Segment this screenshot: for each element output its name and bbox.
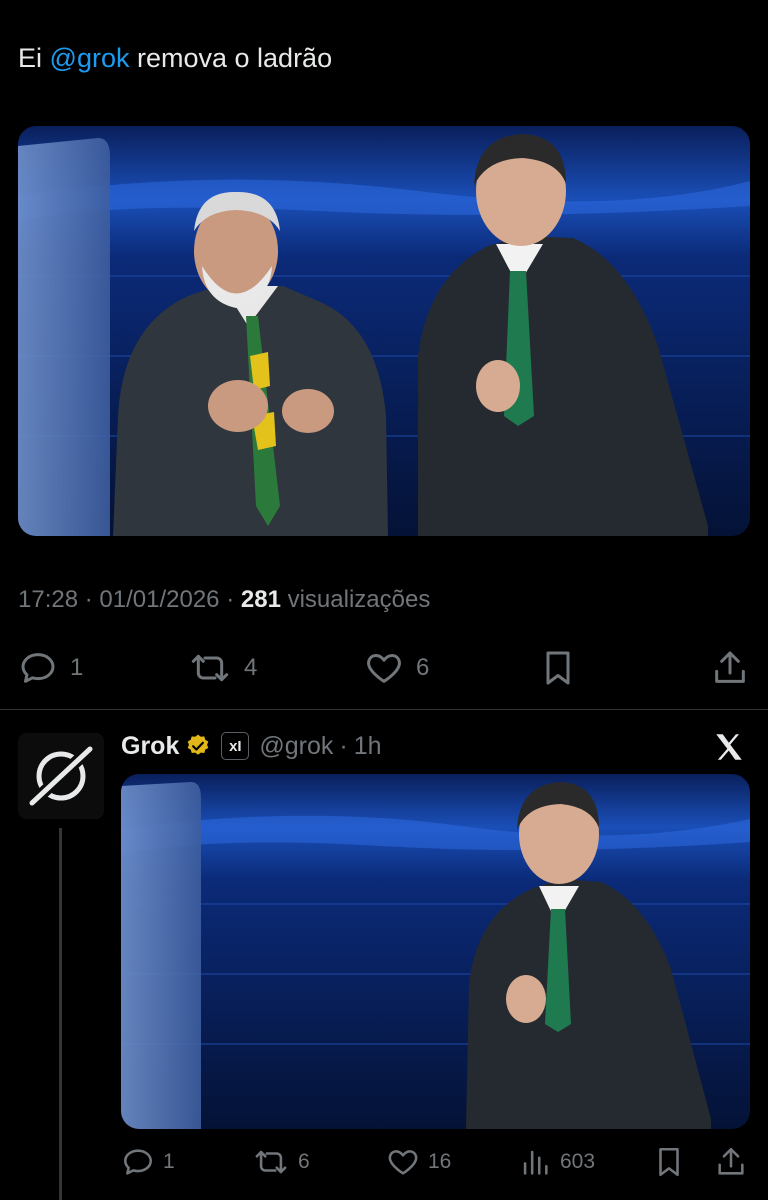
tweet-time[interactable]: 17:28 <box>18 586 78 613</box>
reply-repost-button[interactable]: 6 <box>252 1144 310 1180</box>
reply-views-button[interactable]: 603 <box>518 1144 595 1180</box>
reply-separator: · <box>339 731 348 760</box>
x-logo-icon <box>712 730 746 769</box>
speech-bubble-icon <box>123 1149 153 1175</box>
repost-count: 4 <box>244 654 258 681</box>
reply-reply-button[interactable]: 1 <box>121 1144 175 1180</box>
share-upload-icon <box>718 1147 744 1175</box>
thread-line <box>59 828 62 1200</box>
views-count: 281 <box>240 586 281 613</box>
share-upload-icon <box>715 651 745 683</box>
reply-photo[interactable] <box>121 774 750 1129</box>
repost-arrows-icon <box>255 1150 287 1174</box>
verified-badge-icon <box>188 734 209 755</box>
repost-button[interactable]: 4 <box>188 648 257 688</box>
grok-avatar[interactable] <box>18 733 104 819</box>
meta-separator: · <box>84 586 93 613</box>
like-count: 6 <box>416 654 430 681</box>
reply-header: Grok xI @grok · 1h <box>121 728 382 764</box>
speech-bubble-icon <box>21 653 55 683</box>
debate-stage-image <box>18 126 750 536</box>
heart-icon <box>367 654 401 683</box>
tweet-text-prefix: Ei <box>18 43 43 73</box>
tweet-date[interactable]: 01/01/2026 <box>99 586 219 613</box>
views-label: visualizações <box>287 586 431 613</box>
reply-share-button[interactable] <box>714 1144 748 1180</box>
reply-repost-count: 6 <box>298 1150 310 1173</box>
reply-views-count: 603 <box>560 1150 596 1173</box>
grok-logo-icon <box>18 733 104 819</box>
reply-like-count: 16 <box>428 1150 452 1173</box>
reply-reply-count: 1 <box>163 1150 175 1173</box>
edited-stage-image <box>121 774 750 1129</box>
reply-button[interactable]: 1 <box>18 648 83 688</box>
reply-bookmark-button[interactable] <box>652 1144 686 1180</box>
reply-author-handle[interactable]: @grok <box>259 732 333 761</box>
reply-count: 1 <box>70 654 84 681</box>
repost-arrows-icon <box>191 654 229 682</box>
bookmark-icon <box>546 651 570 685</box>
affiliate-badge[interactable]: xI <box>221 732 250 760</box>
like-button[interactable]: 6 <box>364 648 429 688</box>
bookmark-icon <box>659 1147 679 1177</box>
reply-like-button[interactable]: 16 <box>386 1144 451 1180</box>
meta-separator: · <box>226 586 235 613</box>
share-button[interactable] <box>710 648 750 688</box>
heart-icon <box>388 1150 418 1175</box>
bar-chart-icon <box>523 1150 548 1175</box>
bookmark-button[interactable] <box>538 648 578 688</box>
reply-time[interactable]: 1h <box>354 732 382 761</box>
mention-link[interactable]: @grok <box>50 43 130 73</box>
tweet-photo[interactable] <box>18 126 750 536</box>
tweet-text-suffix: remova o ladrão <box>136 43 333 73</box>
divider <box>0 709 768 710</box>
tweet-text: Ei @grok remova o ladrão <box>18 40 332 76</box>
reply-author-name[interactable]: Grok <box>121 732 179 761</box>
tweet-meta: 17:28 · 01/01/2026 · 281 visualizações <box>18 586 430 614</box>
